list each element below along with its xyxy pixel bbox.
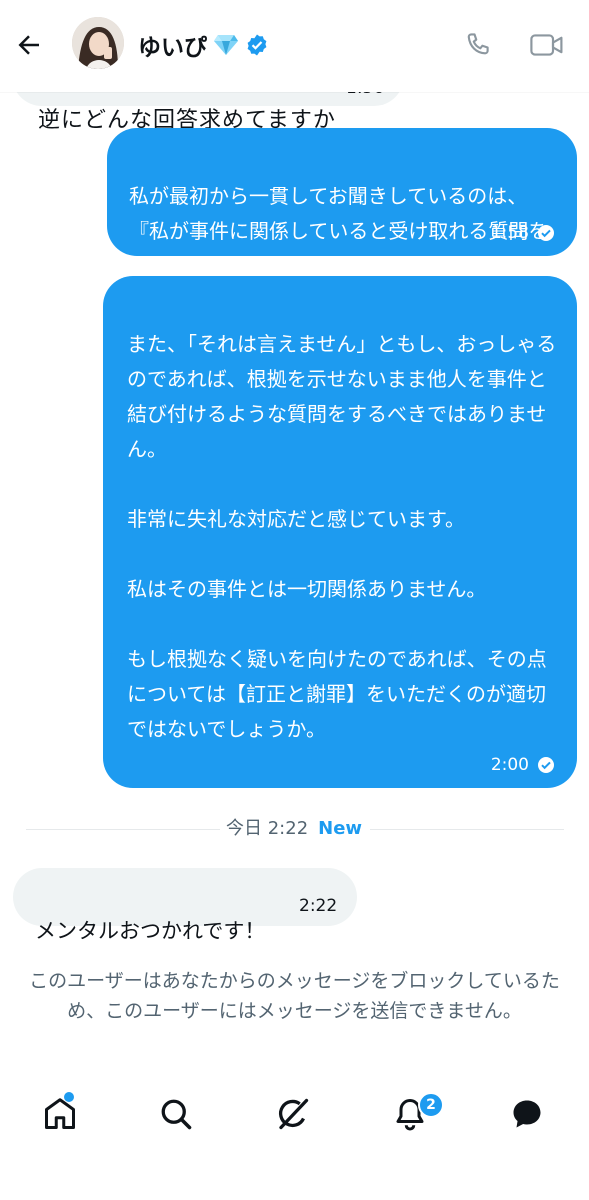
bottom-navigation: 2 — [0, 1072, 589, 1158]
message-outgoing[interactable]: 私が最初から一貫してお聞きしているのは、『私が事件に関係していると受け取れる質問… — [107, 128, 577, 278]
verified-badge-icon — [247, 34, 267, 56]
date-divider: 今日 2:22 New — [226, 818, 362, 840]
home-icon[interactable] — [42, 1096, 78, 1132]
conversation-header: ゆいぴ — [0, 0, 589, 92]
read-check-icon — [538, 225, 554, 241]
divider-date: 今日 2:22 — [226, 818, 309, 839]
new-label: New — [318, 818, 363, 839]
message-meta: 1:58 — [491, 223, 555, 243]
message-time: 2:22 — [299, 896, 338, 916]
message-meta: 2:00 — [491, 755, 555, 775]
blocked-notice: このユーザーはあなたからのメッセージをブロックしているため、このユーザーにはメッ… — [29, 970, 560, 1022]
phone-call-icon[interactable] — [463, 30, 493, 60]
read-check-icon — [538, 757, 554, 773]
divider-line — [370, 829, 564, 830]
grok-icon[interactable] — [275, 1096, 311, 1132]
messages-icon[interactable] — [509, 1096, 545, 1132]
video-call-icon[interactable] — [529, 30, 565, 60]
search-icon[interactable] — [158, 1096, 194, 1132]
message-time: 1:58 — [490, 223, 529, 243]
message-text: メンタルおつかれです！ — [35, 919, 266, 943]
back-arrow-icon[interactable] — [14, 30, 44, 60]
contact-name-group[interactable]: ゆいぴ — [138, 30, 269, 61]
gem-icon — [214, 35, 238, 55]
divider-line — [26, 829, 220, 830]
notification-count-badge: 2 — [418, 1092, 444, 1118]
message-text: また、「それは言えません」ともし、おっしゃるのであれば、根拠を示せないまま他人を… — [127, 332, 557, 811]
message-incoming[interactable]: メンタルおつかれです！ 2:22 — [13, 868, 357, 943]
message-text: 私が最初から一貫してお聞きしているのは、『私が事件に関係していると受け取れる質問… — [129, 184, 549, 278]
avatar[interactable] — [72, 17, 124, 69]
contact-name: ゆいぴ — [138, 35, 207, 61]
message-time: 2:00 — [490, 755, 529, 775]
home-unread-dot — [64, 1092, 74, 1102]
message-outgoing[interactable]: また、「それは言えません」ともし、おっしゃるのであれば、根拠を示せないまま他人を… — [103, 276, 577, 811]
